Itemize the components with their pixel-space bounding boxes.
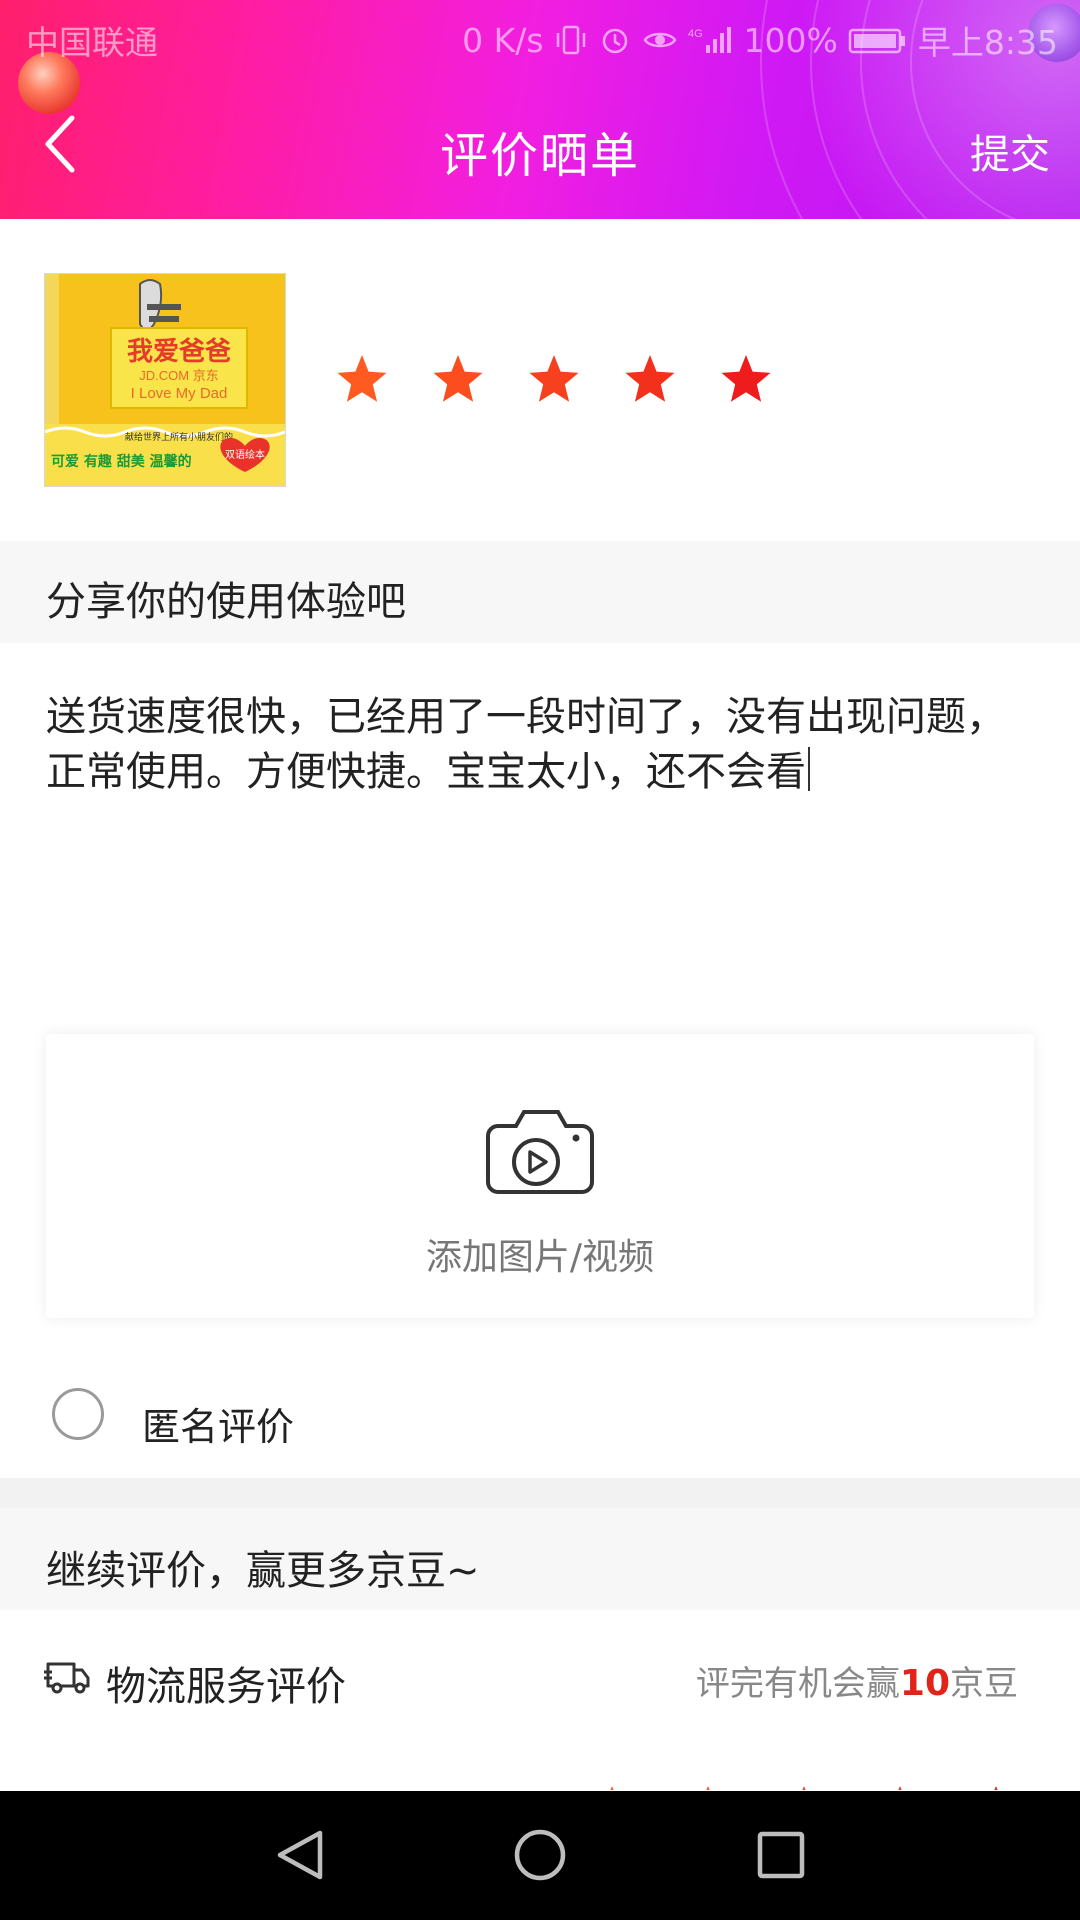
logistics-reward-hint: 评完有机会赢10京豆 [696, 1656, 1018, 1705]
star-icon[interactable] [776, 1782, 832, 1790]
product-star-rating[interactable] [334, 351, 774, 407]
square-recent-icon[interactable] [756, 1827, 806, 1883]
net-speed: 0 K/s [462, 20, 544, 60]
page-title: 评价晒单 [439, 128, 640, 184]
star-icon[interactable] [872, 1782, 928, 1790]
star-icon[interactable] [430, 351, 486, 407]
star-icon[interactable] [718, 351, 774, 407]
text-cursor [808, 747, 810, 791]
share-heading-text: 分享你的使用体验吧 [46, 579, 406, 625]
anonymous-label: 匿名评价 [142, 1405, 295, 1449]
logistics-rating-row: 物流服务评价 评完有机会赢10京豆 [0, 1610, 1080, 1790]
star-icon[interactable] [622, 351, 678, 407]
svg-text:献给世界上所有小朋友们的: 献给世界上所有小朋友们的 [125, 431, 233, 443]
reward-hint-prefix: 评完有机会赢 [695, 1664, 900, 1704]
star-icon[interactable] [968, 1782, 1024, 1790]
camera-video-icon [486, 1110, 594, 1194]
svg-text:I Love My Dad: I Love My Dad [131, 385, 228, 402]
svg-text:双语绘本: 双语绘本 [225, 448, 265, 461]
star-icon[interactable] [584, 1782, 640, 1790]
product-rating-row: 我爱爸爸 JD.COM 京东 I Love My Dad 献给世界上所有小朋友们… [0, 219, 1080, 541]
review-text-value: 送货速度很快，已经用了一段时间了，没有出现问题，正常使用。方便快捷。宝宝太小，还… [46, 694, 1006, 795]
add-media-button[interactable]: 添加图片/视频 [46, 1034, 1034, 1318]
star-icon[interactable] [526, 351, 582, 407]
triangle-back-icon[interactable] [274, 1827, 326, 1883]
anonymous-radio[interactable] [52, 1388, 104, 1440]
star-icon[interactable] [680, 1782, 736, 1790]
status-icons: 0 K/s 4G 100% 早上8:35 [462, 16, 1058, 64]
svg-text:4G: 4G [688, 28, 703, 40]
logistics-label: 物流服务评价 [106, 1664, 346, 1710]
header-bar: 中国联通 0 K/s 4G 100% 早上8:35 评价晒单 提交 [0, 0, 1080, 219]
continue-heading-text: 继续评价，赢更多京豆~ [46, 1548, 480, 1594]
battery-icon [848, 28, 905, 54]
section-divider [0, 1478, 1080, 1508]
add-media-label: 添加图片/视频 [425, 1237, 655, 1278]
signal-icon: 4G [688, 27, 731, 53]
carrier-name: 中国联通 [26, 23, 158, 62]
svg-text:可爱 有趣 甜美 温馨的: 可爱 有趣 甜美 温馨的 [51, 453, 192, 470]
status-bar: 中国联通 0 K/s 4G 100% 早上8:35 [0, 0, 1080, 72]
submit-button[interactable]: 提交 [970, 122, 1050, 180]
circle-home-icon[interactable] [512, 1827, 568, 1883]
svg-text:JD.COM 京东: JD.COM 京东 [139, 368, 218, 383]
reward-hint-suffix: 京豆 [950, 1664, 1018, 1704]
svg-text:我爱爸爸: 我爱爸爸 [127, 337, 231, 367]
anonymous-option[interactable]: 匿名评价 [0, 1340, 1080, 1478]
clock: 早上8:35 [917, 23, 1058, 62]
alarm-icon [602, 28, 627, 54]
reward-hint-number: 10 [899, 1663, 950, 1704]
continue-section-heading: 继续评价，赢更多京豆~ [0, 1508, 1080, 1610]
star-icon[interactable] [334, 351, 390, 407]
truck-icon [44, 1662, 90, 1694]
vibrate-icon [556, 25, 585, 55]
logistics-star-rating[interactable] [584, 1782, 1024, 1790]
review-text-area[interactable]: 送货速度很快，已经用了一段时间了，没有出现问题，正常使用。方便快捷。宝宝太小，还… [46, 690, 1036, 800]
battery-percent: 100% [743, 20, 838, 60]
system-nav-bar [0, 1791, 1080, 1920]
book-cover-image: 我爱爸爸 JD.COM 京东 I Love My Dad 献给世界上所有小朋友们… [45, 274, 285, 486]
product-thumbnail[interactable]: 我爱爸爸 JD.COM 京东 I Love My Dad 献给世界上所有小朋友们… [44, 273, 286, 487]
eye-icon [643, 32, 677, 48]
share-section-heading: 分享你的使用体验吧 [0, 541, 1080, 643]
